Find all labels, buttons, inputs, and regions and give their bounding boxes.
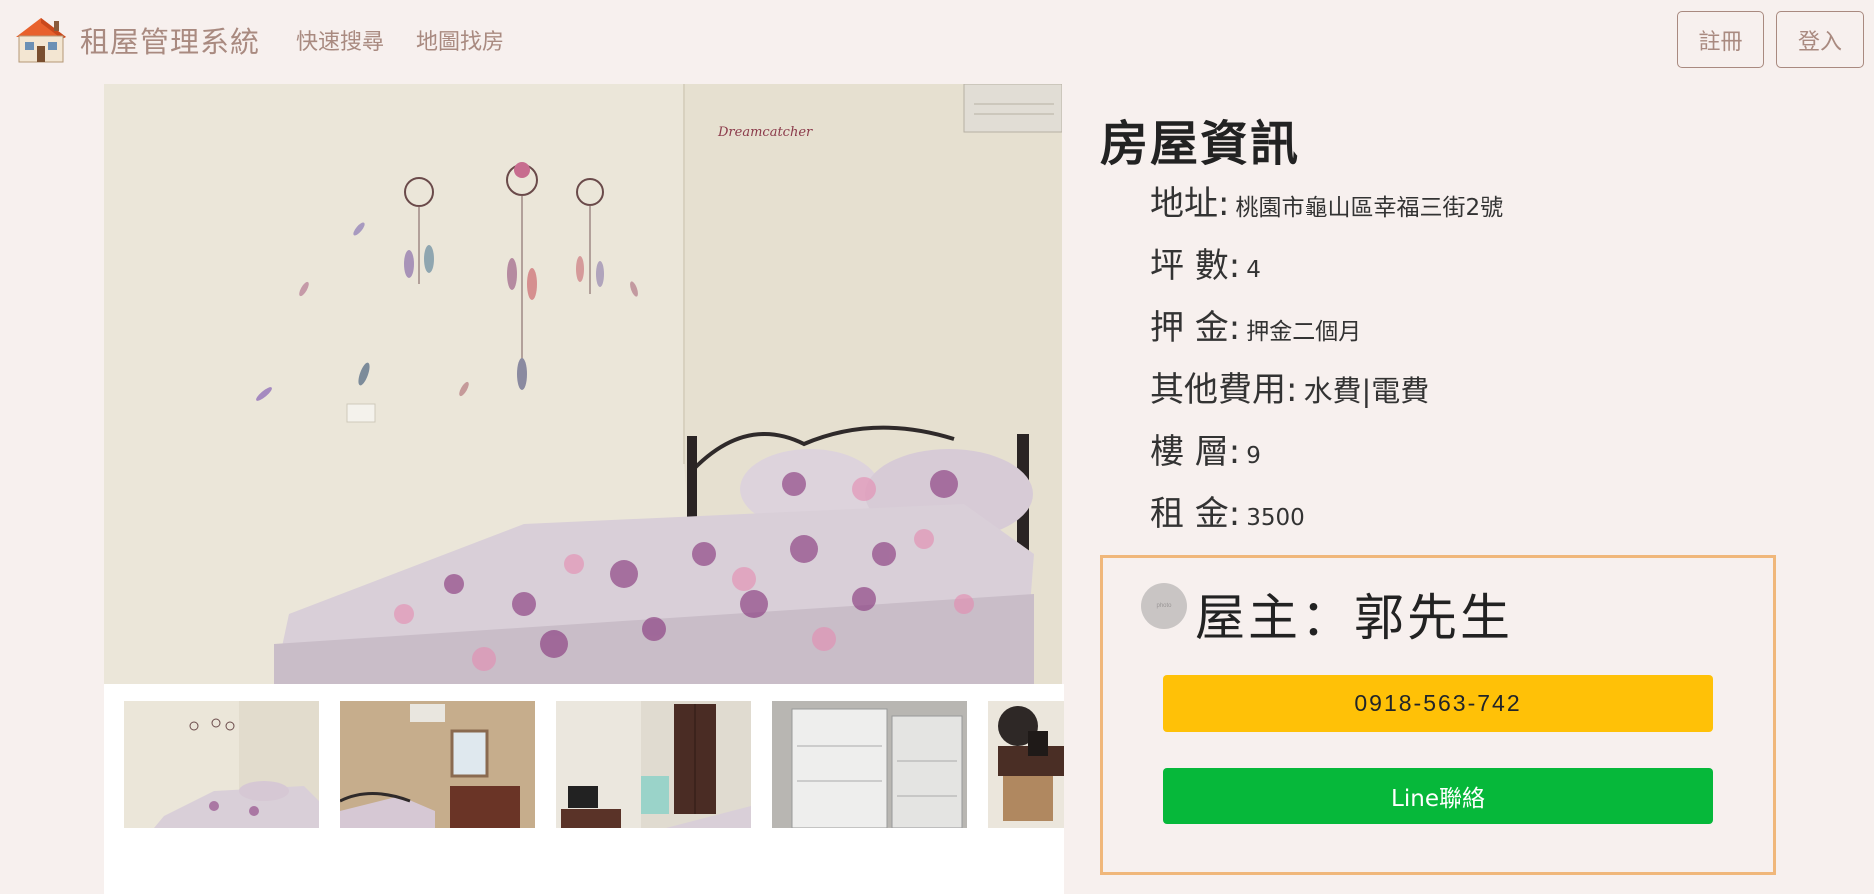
info-value: 桃園市龜山區幸福三街2號: [1235, 195, 1504, 221]
info-value: 押金二個月: [1246, 319, 1362, 345]
main-photo[interactable]: Dreamcatcher: [104, 84, 1062, 684]
info-label: 坪 數:: [1150, 246, 1241, 286]
register-button[interactable]: 註冊: [1677, 11, 1764, 68]
thumbnail-strip: [104, 684, 1064, 894]
bedroom-photo-image: Dreamcatcher: [104, 84, 1062, 684]
thumbnail-photo[interactable]: [772, 701, 967, 828]
info-value: 4: [1246, 257, 1261, 283]
thumbnail-image: [124, 701, 319, 828]
house-logo-icon: [16, 18, 66, 63]
thumbnail-image: [988, 701, 1064, 828]
thumbnail-image: [340, 701, 535, 828]
navbar: 租屋管理系統 快速搜尋 地圖找房 註冊 登入: [0, 0, 1874, 78]
info-row-address: 地址: 桃園市龜山區幸福三街2號: [1150, 176, 1503, 225]
info-label: 樓 層:: [1150, 432, 1241, 472]
brand-title: 租屋管理系統: [80, 25, 261, 59]
phone-button[interactable]: 0918-563-742: [1163, 675, 1713, 732]
line-contact-button[interactable]: Line聯絡: [1163, 768, 1713, 824]
info-row-deposit: 押 金: 押金二個月: [1150, 300, 1361, 349]
landlord-card: photo 屋主：郭先生 0918-563-742 Line聯絡: [1100, 555, 1776, 875]
info-label: 租 金:: [1150, 494, 1241, 534]
info-value: 水費|電費: [1303, 374, 1430, 408]
thumbnail-photo[interactable]: [988, 701, 1064, 828]
info-row-other-fees: 其他費用: 水費|電費: [1150, 362, 1429, 411]
info-row-area: 坪 數: 4: [1150, 238, 1261, 287]
thumbnail-image: [556, 701, 751, 828]
thumbnail-photo[interactable]: [124, 701, 319, 828]
login-button[interactable]: 登入: [1776, 11, 1864, 68]
avatar-alt-text: photo: [1156, 603, 1172, 609]
landlord-name: 屋主：郭先生: [1195, 589, 1513, 647]
svg-text:Dreamcatcher: Dreamcatcher: [717, 125, 813, 140]
info-label: 其他費用:: [1150, 370, 1298, 410]
nav-link-quick-search[interactable]: 快速搜尋: [296, 24, 384, 56]
thumbnail-image: [772, 701, 967, 828]
info-value: 9: [1246, 443, 1261, 469]
info-label: 地址:: [1150, 184, 1230, 224]
info-title: 房屋資訊: [1100, 116, 1301, 172]
info-value: 3500: [1246, 505, 1305, 531]
avatar: photo: [1141, 583, 1187, 629]
brand-link[interactable]: 租屋管理系統: [10, 14, 260, 66]
nav-link-map-search[interactable]: 地圖找房: [416, 24, 504, 56]
info-row-floor: 樓 層: 9: [1150, 424, 1261, 473]
info-row-rent: 租 金: 3500: [1150, 486, 1305, 535]
thumbnail-photo[interactable]: [556, 701, 751, 828]
info-label: 押 金:: [1150, 308, 1241, 348]
photo-gallery: Dreamcatcher: [104, 84, 1064, 894]
thumbnail-photo[interactable]: [340, 701, 535, 828]
